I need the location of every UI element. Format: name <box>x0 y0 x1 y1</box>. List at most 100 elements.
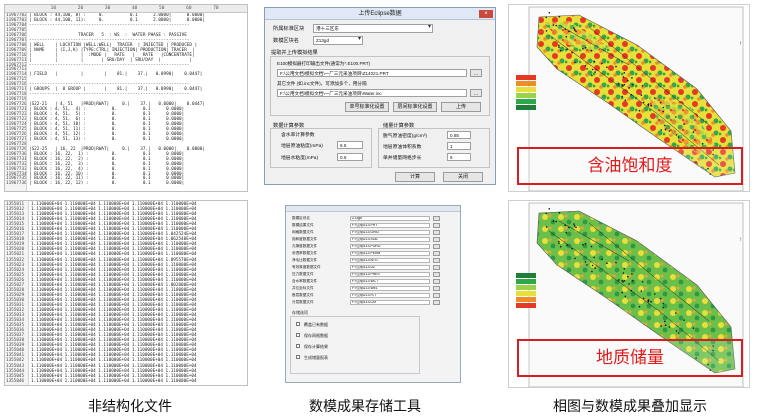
storage-row-input[interactable]: F:\公用\Z13.PERM <box>350 251 430 256</box>
upload-button[interactable]: 上传 <box>441 102 481 112</box>
storage-row-input[interactable]: F:\公用\Z13.SOIL <box>350 237 430 242</box>
well-marker <box>584 242 587 245</box>
browse-button[interactable] <box>433 286 440 291</box>
browse-button[interactable] <box>433 216 440 221</box>
well-marker <box>545 226 548 228</box>
calculate-button[interactable]: 计算 <box>395 172 435 182</box>
other-prompt: 其它文件 (如.inc文件)，可添加多个，用分隔 <box>277 81 367 86</box>
browse-button[interactable] <box>433 251 440 256</box>
well-marker <box>582 48 584 50</box>
block-select[interactable]: 港十三区东 <box>313 24 433 33</box>
storage-row-label: 分层数据文件 <box>292 300 314 304</box>
storage-row-input[interactable]: F:\公用\Z13.WCT <box>350 279 430 284</box>
well-marker <box>623 72 626 74</box>
storage-row-input[interactable]: F:\公用\Z13.GRID <box>350 230 430 235</box>
well-marker <box>650 300 652 303</box>
browse-button[interactable] <box>433 223 440 228</box>
well-marker <box>642 297 645 300</box>
caption-unstructured: 非结构化文件 <box>88 399 172 415</box>
well-marker <box>664 320 666 323</box>
well-marker <box>647 300 650 303</box>
well-marker <box>654 293 656 295</box>
well-marker <box>631 77 633 79</box>
storage-row-input[interactable]: F:\公用\Z13.DZ <box>350 265 430 270</box>
well-marker <box>555 220 558 223</box>
storage-row-input[interactable]: F:\公用\Z13.PRES <box>350 272 430 277</box>
well-marker <box>675 134 678 136</box>
browse-other-button[interactable]: ... <box>470 89 482 97</box>
report-file-viewer: 10 20 30 40 50 60 70 11967702 11967703 119… <box>4 4 248 192</box>
oil-saturation-tag: 含油饱和度 <box>517 147 743 185</box>
oil-viscosity-input[interactable]: 6.5 <box>337 141 363 149</box>
browse-button[interactable] <box>433 265 440 270</box>
storage-row-label: 含水率数据文件 <box>292 279 318 283</box>
well-marker <box>630 93 633 96</box>
well-marker <box>606 66 608 68</box>
well-marker <box>692 327 695 329</box>
browse-prt-button[interactable]: ... <box>470 69 482 77</box>
grid-data-file-viewer: 1355011 1355012 1355013 1355014 1355015 13550… <box>4 200 248 386</box>
browse-button[interactable] <box>433 237 440 242</box>
option-checkbox[interactable] <box>296 355 300 359</box>
storage-row-label: 井位坐标文件 <box>292 286 314 290</box>
grid-values-text: 1.110000E+04 1.110000E+04 1.110000E+04 1… <box>29 201 247 385</box>
well-marker <box>615 65 617 68</box>
browse-button[interactable] <box>433 272 440 277</box>
storage-row-label: 有效厚度数据文件 <box>292 265 321 269</box>
storage-row-label: 渗透率数据文件 <box>292 251 318 255</box>
well-marker <box>564 224 567 226</box>
crude-density-input[interactable]: 0.85 <box>447 131 471 139</box>
option-checkbox[interactable] <box>296 344 300 348</box>
well-marker <box>591 264 594 267</box>
storage-row-input[interactable]: F:\公用\Z13.WEL <box>350 286 430 291</box>
browse-button[interactable] <box>433 279 440 284</box>
layer-standardize-button[interactable]: 层间标准化设置 <box>393 102 437 112</box>
well-marker <box>638 305 641 308</box>
close-icon[interactable]: × <box>479 10 493 18</box>
well-marker <box>601 62 603 65</box>
storage-row-input[interactable]: Z13gd <box>350 216 430 221</box>
single-standardize-button[interactable]: 单号标准化设置 <box>345 102 389 112</box>
well-marker <box>586 264 588 266</box>
prt-file-input[interactable]: F:\公用文档\模拟文档\一厂三元采油项目\Z14021.PRT <box>277 69 467 77</box>
report-line: | BLOCK : 16, 22, 12) : 0. 0.1 0.0000| <box>29 181 185 187</box>
volume-factor-input[interactable]: 1 <box>447 142 471 150</box>
storage-row-label: 断层数据文件 <box>292 293 314 297</box>
other-file-input[interactable]: F:\公用文档\模拟文档\一厂三元采油项目\Water.inc <box>277 89 467 97</box>
well-marker <box>552 220 555 222</box>
single-step-input[interactable]: 5 <box>447 153 471 161</box>
browse-button[interactable] <box>433 300 440 305</box>
storage-row-input[interactable]: F:\公用\Z13.FLT <box>350 293 430 298</box>
well-marker <box>662 110 664 113</box>
option-checkbox[interactable] <box>296 333 300 337</box>
model-select[interactable]: Z13gd <box>313 36 363 45</box>
well-marker <box>630 289 633 292</box>
well-marker <box>571 247 573 250</box>
storage-row-input[interactable]: F:\公用\Z13.NTG <box>350 258 430 263</box>
option-checkbox[interactable] <box>296 322 300 326</box>
storage-row-input[interactable]: F:\公用\Z13.PRT <box>350 223 430 228</box>
browse-button[interactable] <box>433 258 440 263</box>
close-button[interactable]: 关闭 <box>443 172 483 182</box>
report-text: | BLOCK : 44,100, 8) : 0. 0.1 2.0000| 0.… <box>27 13 247 191</box>
upload-eclipse-dialog: 上传Eclipse数据 × 所属标准区块 港十三区东 数模区块名 Z13gd 提… <box>264 7 496 185</box>
well-marker <box>677 332 680 334</box>
storage-row-input[interactable]: F:\公用\Z13.PORO <box>350 244 430 249</box>
well-marker <box>545 16 547 19</box>
water-viscosity-input[interactable]: 0.6 <box>337 153 363 161</box>
storage-row-input[interactable]: F:\公用\Z13.LAY <box>350 300 430 305</box>
well-marker <box>622 76 625 78</box>
caption-overlay: 相图与数模成果叠加显示 <box>553 399 707 415</box>
well-marker <box>675 330 678 332</box>
well-marker <box>623 279 626 282</box>
browse-button[interactable] <box>433 244 440 249</box>
browse-button[interactable] <box>433 230 440 235</box>
well-marker <box>594 71 596 73</box>
well-marker <box>566 48 568 50</box>
well-marker <box>631 84 634 86</box>
browse-button[interactable] <box>433 293 440 298</box>
well-marker <box>640 94 643 96</box>
dialog-title: 上传Eclipse数据 <box>358 11 402 17</box>
well-marker <box>586 68 588 70</box>
color-legend <box>516 273 536 309</box>
